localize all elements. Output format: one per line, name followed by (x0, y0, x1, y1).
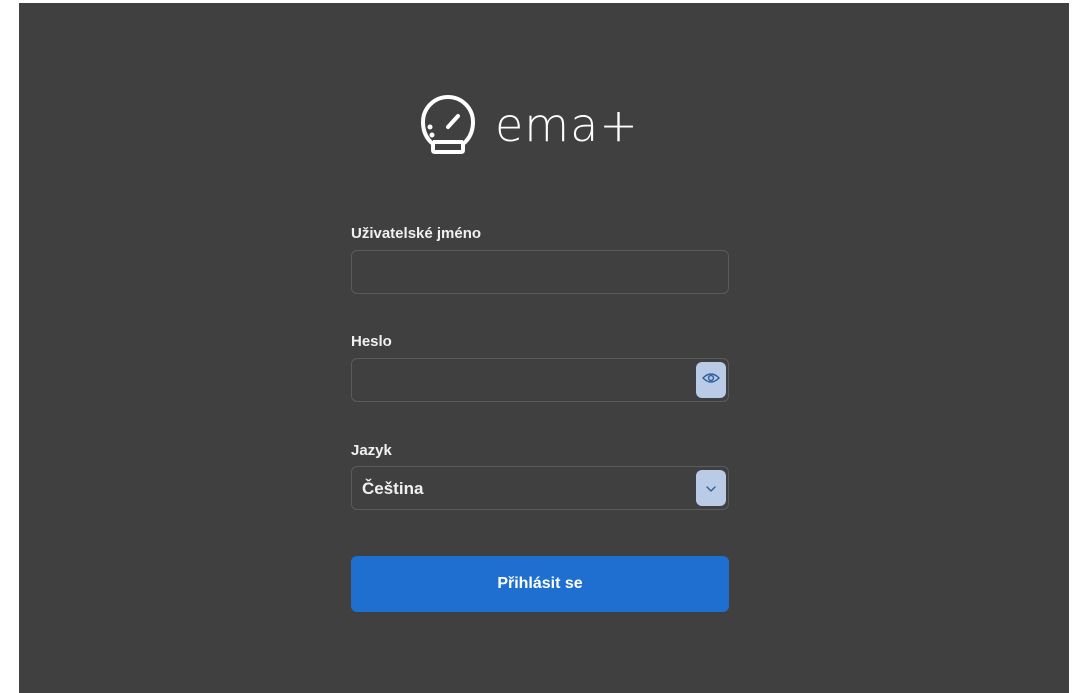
eye-icon (702, 371, 720, 389)
logo: ema+ (419, 93, 639, 157)
brand-name: ema+ (495, 98, 639, 152)
chevron-down-icon (706, 479, 716, 497)
login-button[interactable]: Přihlásit se (351, 556, 729, 612)
speedometer-icon (419, 94, 477, 156)
show-password-button[interactable] (696, 362, 726, 398)
language-label: Jazyk (351, 442, 392, 459)
login-page: ema+ Uživatelské jméno Heslo Jazyk Češti… (19, 3, 1069, 693)
language-dropdown-button[interactable] (696, 470, 726, 506)
username-input[interactable] (351, 250, 729, 294)
language-selected-value: Čeština (362, 479, 424, 498)
username-label: Uživatelské jméno (351, 225, 482, 242)
password-label: Heslo (351, 333, 392, 350)
password-input[interactable] (351, 358, 729, 402)
